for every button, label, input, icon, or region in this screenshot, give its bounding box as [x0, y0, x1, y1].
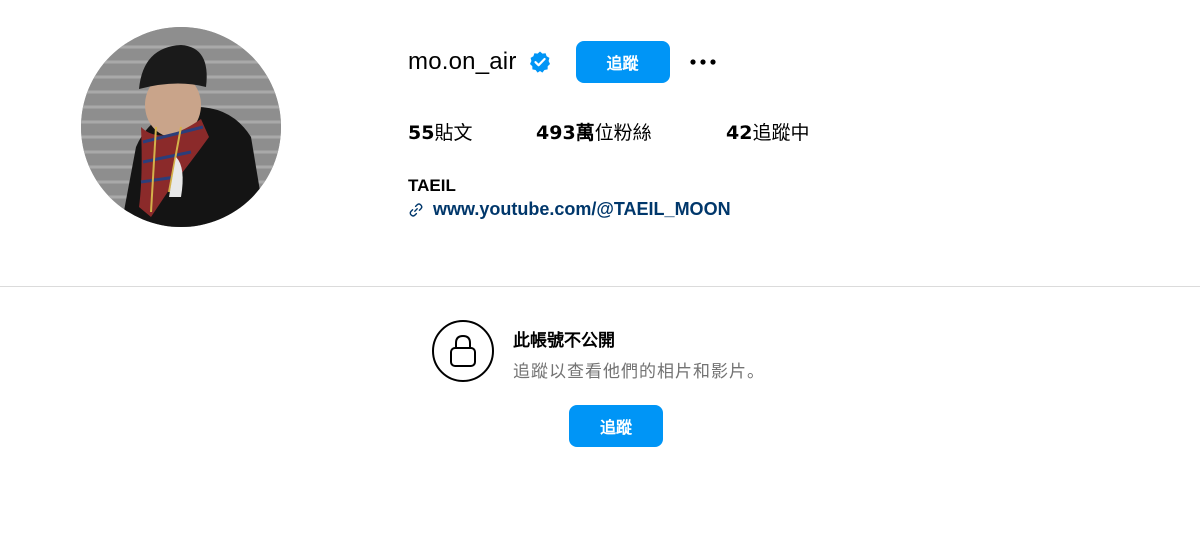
following-label: 追蹤中: [752, 122, 810, 144]
bio-link[interactable]: www.youtube.com/@TAEIL_MOON: [408, 199, 731, 220]
posts-count: 55: [408, 122, 435, 144]
verified-badge-icon: [528, 50, 552, 74]
profile-page: mo.on_air 追蹤 55 貼文 493萬 位粉絲 42 追蹤中 TAEIL…: [0, 0, 1200, 539]
more-options-icon[interactable]: [687, 46, 719, 78]
following-stat[interactable]: 42 追蹤中: [726, 118, 809, 145]
bio-link-text[interactable]: www.youtube.com/@TAEIL_MOON: [433, 199, 731, 220]
lock-icon-circle: [432, 320, 494, 382]
follow-button[interactable]: 追蹤: [575, 41, 670, 83]
avatar-image: [81, 27, 281, 227]
section-divider: [0, 286, 1200, 287]
followers-count: 493萬: [536, 122, 595, 144]
username: mo.on_air: [408, 48, 517, 75]
following-count: 42: [726, 122, 753, 144]
posts-label: 貼文: [434, 122, 473, 144]
private-follow-button[interactable]: 追蹤: [569, 405, 663, 447]
posts-stat: 55 貼文: [408, 118, 536, 145]
private-account-subtitle: 追蹤以查看他們的相片和影片。: [513, 362, 765, 382]
lock-icon: [450, 334, 476, 367]
private-account-title: 此帳號不公開: [513, 331, 615, 351]
followers-stat[interactable]: 493萬 位粉絲: [536, 118, 726, 145]
profile-avatar[interactable]: [81, 27, 281, 227]
bio-name: TAEIL: [408, 176, 456, 195]
followers-label: 位粉絲: [594, 122, 652, 144]
profile-header: mo.on_air 追蹤: [408, 40, 719, 84]
profile-stats: 55 貼文 493萬 位粉絲 42 追蹤中: [408, 118, 809, 145]
link-icon: [408, 202, 424, 218]
